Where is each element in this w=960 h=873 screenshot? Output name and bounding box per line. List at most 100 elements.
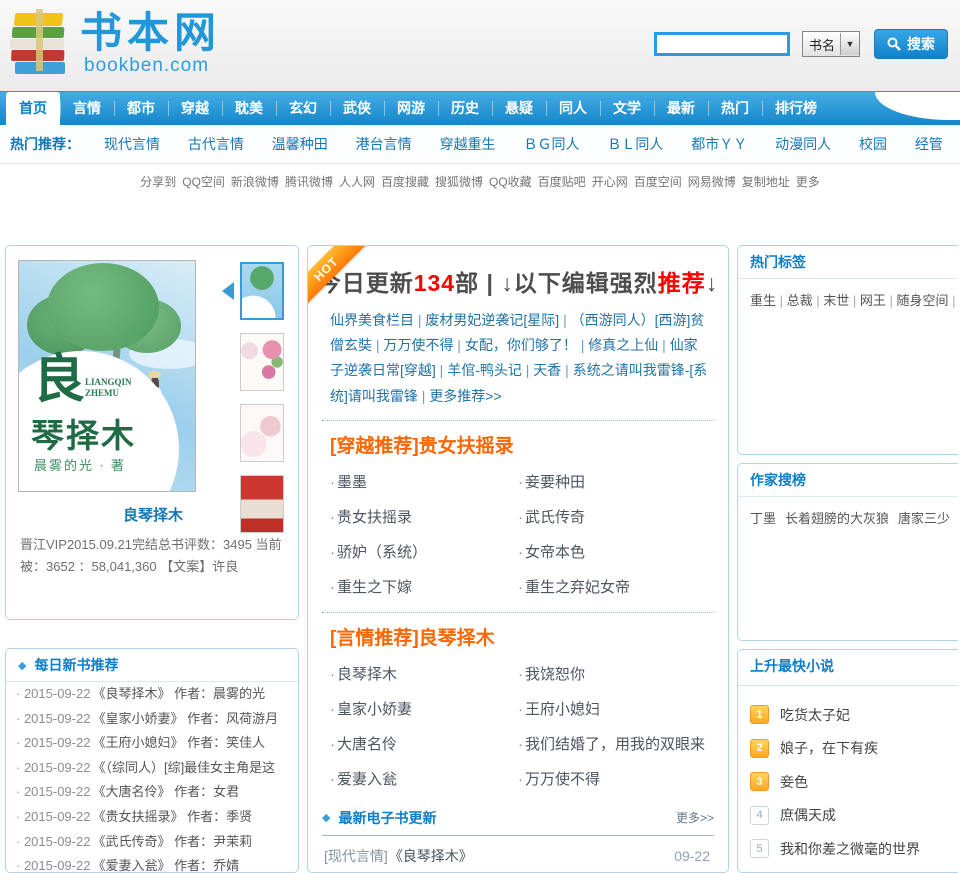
book-link[interactable]: 爱妻入瓮 — [330, 768, 518, 789]
subnav-item[interactable]: 现代言情 — [104, 136, 160, 152]
recommend-link[interactable]: 修真之上仙 — [588, 337, 669, 353]
tag-link[interactable]: 总裁 — [787, 293, 824, 308]
ebook-title[interactable]: 《墨墨》 — [389, 868, 445, 873]
nav-item[interactable]: 文学 — [600, 92, 654, 125]
share-link[interactable]: 分享到 — [140, 175, 176, 189]
nav-item[interactable]: 热门 — [708, 92, 762, 125]
tag-link[interactable]: 重生 — [750, 293, 787, 308]
daily-list-item[interactable]: 2015-09-22《武氏传奇》 作者：尹茉莉 — [6, 830, 298, 855]
nav-item[interactable]: 最新 — [654, 92, 708, 125]
recommend-link[interactable]: 天香 — [533, 362, 572, 378]
share-link[interactable]: 腾讯微博 — [285, 175, 333, 189]
tag-link[interactable]: 随身空间 — [897, 293, 959, 308]
nav-item[interactable]: 武侠 — [330, 92, 384, 125]
nav-item[interactable]: 同人 — [546, 92, 600, 125]
nav-item[interactable]: 都市 — [114, 92, 168, 125]
book-link[interactable]: 万万使不得 — [518, 768, 706, 789]
more-link[interactable]: 更多>> — [676, 809, 714, 826]
thumbnail-4[interactable] — [240, 475, 284, 533]
search-input[interactable] — [654, 32, 790, 56]
author-link[interactable]: 唐家三少 — [898, 511, 950, 526]
subnav-item[interactable]: 都市ＹＹ — [691, 136, 747, 152]
author-link[interactable]: 丁墨 — [750, 511, 776, 526]
recommend-link[interactable]: 羊倌-鸭头记 — [447, 362, 533, 378]
subnav-item[interactable]: 港台言情 — [356, 136, 412, 152]
tag-link[interactable]: 末世 — [823, 293, 860, 308]
share-link[interactable]: 百度空间 — [634, 175, 682, 189]
rank-row[interactable]: 2 娘子，在下有疾 — [750, 732, 958, 766]
book-link[interactable]: 皇家小娇妻 — [330, 698, 518, 719]
daily-list-item[interactable]: 2015-09-22《爱妻入瓮》 作者：乔婧 — [6, 854, 298, 873]
subnav-item[interactable]: 校园 — [859, 136, 887, 152]
rank-row[interactable]: 6 哑夫农妇 — [750, 866, 958, 873]
share-link[interactable]: 百度搜藏 — [381, 175, 429, 189]
share-link[interactable]: QQ收藏 — [489, 175, 532, 189]
daily-list-item[interactable]: 2015-09-22《良琴择木》 作者：晨雾的光 — [6, 682, 298, 707]
book-link[interactable]: 墨墨 — [330, 471, 518, 492]
recommend-link[interactable]: 更多推荐>> — [429, 388, 501, 404]
subnav-item[interactable]: ＢＬ同人 — [607, 136, 663, 152]
share-link[interactable]: 网易微博 — [688, 175, 736, 189]
romance-recommend-title[interactable]: [言情推荐]良琴择木 — [308, 619, 728, 650]
search-button[interactable]: 搜索 — [874, 29, 948, 59]
book-link[interactable]: 重生之弃妃女帝 — [518, 576, 706, 597]
share-link[interactable]: 新浪微博 — [231, 175, 279, 189]
subnav-item[interactable]: 温馨种田 — [272, 136, 328, 152]
nav-item[interactable]: 历史 — [438, 92, 492, 125]
nav-item[interactable]: 首页 — [6, 92, 60, 125]
recommend-link[interactable]: 女配，你们够了！ — [465, 337, 588, 353]
recommend-link[interactable]: 万万使不得 — [383, 337, 464, 353]
thumbnail-1[interactable] — [240, 262, 284, 320]
crossover-recommend-title[interactable]: [穿越推荐]贵女扶摇录 — [308, 427, 728, 458]
book-link[interactable]: 我饶恕你 — [518, 663, 706, 684]
rank-row[interactable]: 5 我和你差之微毫的世界 — [750, 832, 958, 866]
subnav-item[interactable]: ＢＧ同人 — [523, 136, 579, 152]
nav-item[interactable]: 耽美 — [222, 92, 276, 125]
book-link[interactable]: 良琴择木 — [330, 663, 518, 684]
rank-row[interactable]: 3 妾色 — [750, 765, 958, 799]
nav-item[interactable]: 网游 — [384, 92, 438, 125]
daily-list-item[interactable]: 2015-09-22《（综同人）[综]最佳女主角是这 — [6, 756, 298, 781]
share-link[interactable]: 更多 — [796, 175, 820, 189]
recommend-link[interactable]: 仙界美食栏目 — [330, 312, 425, 328]
subnav-item[interactable]: 经管 — [915, 136, 943, 152]
ebook-title[interactable]: 《良琴择木》 — [389, 844, 473, 868]
rank-row[interactable]: 4 庶偶天成 — [750, 799, 958, 833]
nav-item[interactable]: 悬疑 — [492, 92, 546, 125]
ebook-category[interactable]: [现代言情] — [324, 844, 388, 868]
nav-item[interactable]: 言情 — [60, 92, 114, 125]
ebook-category[interactable]: [穿越重生] — [324, 868, 388, 873]
subnav-item[interactable]: 动漫同人 — [775, 136, 831, 152]
nav-item[interactable]: 排行榜 — [762, 92, 830, 125]
subnav-item[interactable]: 穿越重生 — [440, 136, 496, 152]
share-link[interactable]: 复制地址 — [742, 175, 790, 189]
share-link[interactable]: QQ空间 — [182, 175, 225, 189]
book-link[interactable]: 重生之下嫁 — [330, 576, 518, 597]
nav-item[interactable]: 玄幻 — [276, 92, 330, 125]
share-link[interactable]: 开心网 — [592, 175, 628, 189]
thumbnail-2[interactable] — [240, 333, 284, 391]
daily-list-item[interactable]: 2015-09-22《大唐名伶》 作者：女君 — [6, 780, 298, 805]
site-logo[interactable]: 书本网 bookben.com — [10, 5, 221, 82]
featured-book-cover[interactable]: 良 LIANGQIN ZHEMU 琴择木 晨雾的光 · 著 — [18, 260, 196, 492]
share-link[interactable]: 百度贴吧 — [538, 175, 586, 189]
rank-row[interactable]: 1 吃货太子妃 — [750, 698, 958, 732]
book-link[interactable]: 大唐名伶 — [330, 733, 518, 754]
author-link[interactable]: 长着翅膀的大灰狼 — [785, 511, 889, 526]
share-link[interactable]: 人人网 — [339, 175, 375, 189]
book-link[interactable]: 贵女扶摇录 — [330, 506, 518, 527]
book-link[interactable]: 我们结婚了，用我的双眼来 — [518, 733, 706, 754]
search-category-select[interactable]: 书名 ▼ — [802, 31, 860, 57]
nav-item[interactable]: 穿越 — [168, 92, 222, 125]
daily-list-item[interactable]: 2015-09-22《贵女扶摇录》 作者：季贤 — [6, 805, 298, 830]
book-link[interactable]: 女帝本色 — [518, 541, 706, 562]
book-link[interactable]: 武氏传奇 — [518, 506, 706, 527]
share-link[interactable]: 搜狐微博 — [435, 175, 483, 189]
thumbnail-3[interactable] — [240, 404, 284, 462]
daily-list-item[interactable]: 2015-09-22《皇家小娇妻》 作者：风荷游月 — [6, 707, 298, 732]
subnav-item[interactable]: 古代言情 — [188, 136, 244, 152]
book-link[interactable]: 妾要种田 — [518, 471, 706, 492]
recommend-link[interactable]: 废材男妃逆袭记[星际] — [425, 312, 570, 328]
book-link[interactable]: 王府小媳妇 — [518, 698, 706, 719]
arrow-left-icon[interactable] — [222, 282, 234, 300]
